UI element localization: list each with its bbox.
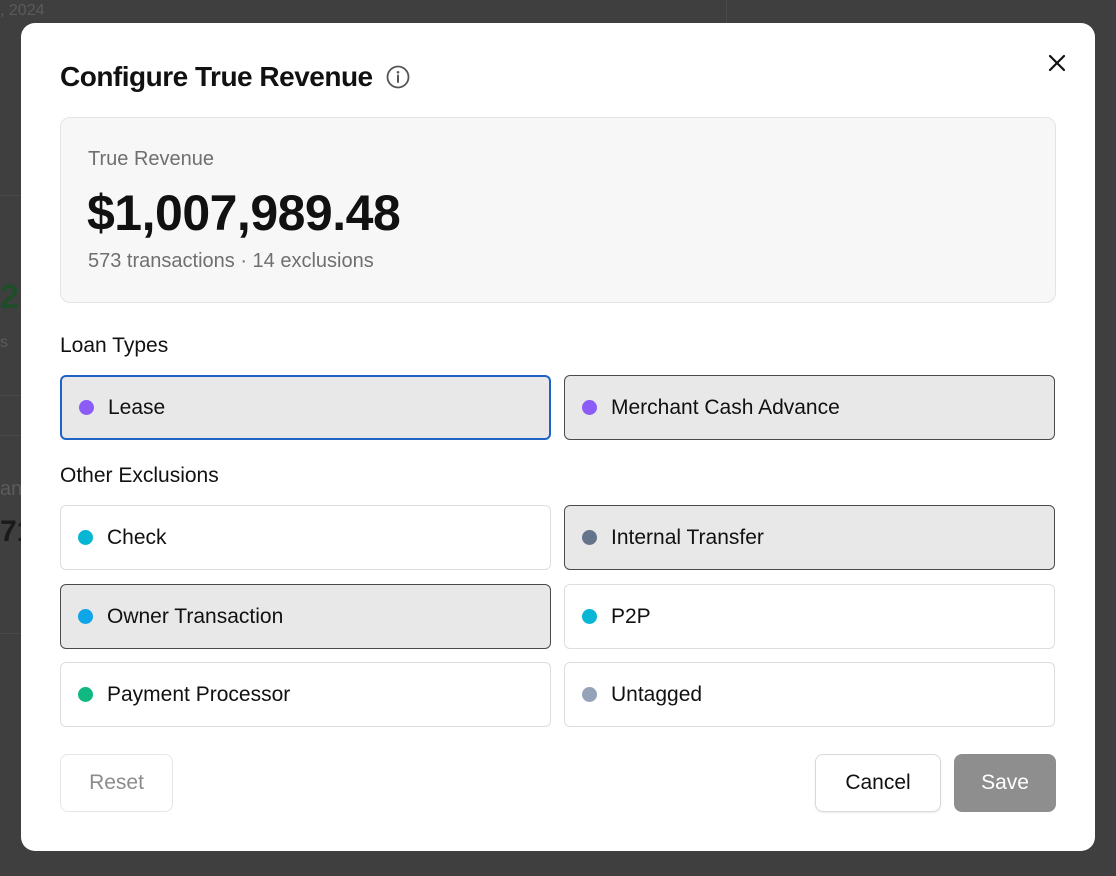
option-label: Internal Transfer <box>611 525 764 549</box>
option-owner-transaction[interactable]: Owner Transaction <box>60 584 551 649</box>
option-label: Untagged <box>611 682 703 706</box>
true-revenue-summary-card: True Revenue $1,007,989.48 573 transacti… <box>60 117 1056 303</box>
cancel-button[interactable]: Cancel <box>815 754 941 812</box>
reset-button[interactable]: Reset <box>60 754 173 812</box>
category-dot <box>582 687 597 702</box>
category-dot <box>78 530 93 545</box>
category-dot <box>582 530 597 545</box>
category-dot <box>582 400 597 415</box>
background-divider <box>0 395 21 396</box>
category-dot <box>79 400 94 415</box>
configure-true-revenue-dialog: Configure True Revenue True Revenue $1,0… <box>21 23 1095 851</box>
background-divider <box>0 195 21 196</box>
option-merchant-cash-advance[interactable]: Merchant Cash Advance <box>564 375 1055 440</box>
info-icon[interactable] <box>386 65 410 89</box>
background-divider <box>726 0 727 23</box>
close-icon[interactable] <box>1045 51 1069 75</box>
option-payment-processor[interactable]: Payment Processor <box>60 662 551 727</box>
option-untagged[interactable]: Untagged <box>564 662 1055 727</box>
summary-meta: 573 transactions · 14 exclusions <box>88 250 374 272</box>
background-divider <box>0 633 21 634</box>
background-metric-label: s <box>0 334 8 351</box>
save-button[interactable]: Save <box>954 754 1056 812</box>
option-label: P2P <box>611 604 651 628</box>
background-divider <box>0 435 21 436</box>
dialog-title: Configure True Revenue <box>60 61 373 92</box>
option-label: Lease <box>108 395 166 419</box>
loan-types-heading: Loan Types <box>60 334 169 357</box>
other-exclusions-heading: Other Exclusions <box>60 464 219 487</box>
option-lease[interactable]: Lease <box>60 375 551 440</box>
summary-label: True Revenue <box>88 148 214 170</box>
option-label: Merchant Cash Advance <box>611 395 840 419</box>
true-revenue-amount: $1,007,989.48 <box>87 185 401 241</box>
background-metric-value: 2 <box>0 278 19 316</box>
background-date-text: , 2024 <box>0 2 45 19</box>
dialog-header: Configure True Revenue <box>60 61 410 93</box>
category-dot <box>78 609 93 624</box>
category-dot <box>582 609 597 624</box>
option-label: Owner Transaction <box>107 604 284 628</box>
option-label: Check <box>107 525 167 549</box>
category-dot <box>78 687 93 702</box>
option-check[interactable]: Check <box>60 505 551 570</box>
option-internal-transfer[interactable]: Internal Transfer <box>564 505 1055 570</box>
option-label: Payment Processor <box>107 682 291 706</box>
option-p2p[interactable]: P2P <box>564 584 1055 649</box>
